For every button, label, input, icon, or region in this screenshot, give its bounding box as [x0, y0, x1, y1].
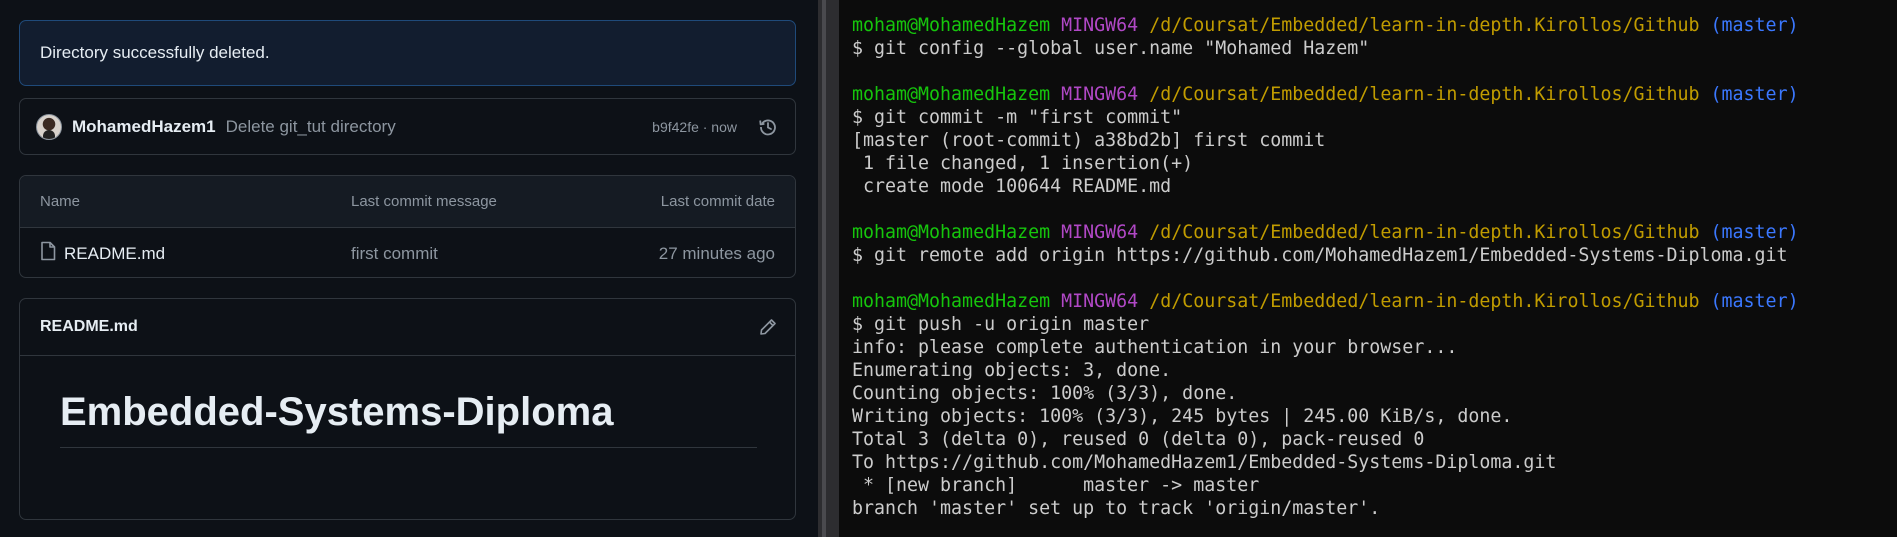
- terminal-output-line: branch 'master' set up to track 'origin/…: [852, 498, 1381, 519]
- header-name: Name: [40, 193, 81, 210]
- avatar[interactable]: [36, 113, 62, 140]
- commit-author[interactable]: MohamedHazem1: [72, 117, 216, 137]
- terminal-prompt-line: moham@MohamedHazem MINGW64 /d/Coursat/Em…: [839, 83, 1897, 106]
- terminal-output-line: Total 3 (delta 0), reused 0 (delta 0), p…: [852, 429, 1425, 450]
- readme-header-label: README.md: [40, 318, 138, 335]
- file-table-header: Name Last commit message Last commit dat…: [20, 176, 795, 228]
- commit-message[interactable]: Delete git_tut directory: [226, 117, 396, 137]
- prompt-system: MINGW64: [1061, 84, 1139, 105]
- prompt-path: /d/Coursat/Embedded/learn-in-depth.Kirol…: [1149, 84, 1700, 105]
- prompt-user: moham@MohamedHazem: [852, 222, 1051, 243]
- terminal-output-line: * [new branch] master -> master: [852, 475, 1260, 496]
- terminal-pane[interactable]: moham@MohamedHazem MINGW64 /d/Coursat/Em…: [839, 0, 1897, 537]
- prompt-path: /d/Coursat/Embedded/learn-in-depth.Kirol…: [1149, 222, 1700, 243]
- terminal-output-line: Counting objects: 100% (3/3), done.: [852, 383, 1238, 404]
- terminal-output-line: info: please complete authentication in …: [852, 337, 1458, 358]
- prompt-path: /d/Coursat/Embedded/learn-in-depth.Kirol…: [1149, 291, 1700, 312]
- readme-panel: README.md Embedded-Systems-Diploma: [19, 298, 796, 520]
- terminal-command: $ git remote add origin https://github.c…: [852, 245, 1788, 266]
- prompt-user: moham@MohamedHazem: [852, 15, 1051, 36]
- terminal-output-line: create mode 100644 README.md: [852, 176, 1172, 197]
- pane-divider[interactable]: [818, 0, 839, 537]
- file-commit-message[interactable]: first commit: [351, 244, 438, 264]
- file-table: Name Last commit message Last commit dat…: [19, 175, 796, 278]
- prompt-path: /d/Coursat/Embedded/learn-in-depth.Kirol…: [1149, 15, 1700, 36]
- readme-title: Embedded-Systems-Diploma: [60, 390, 757, 448]
- terminal-command: $ git config --global user.name "Mohamed…: [852, 38, 1370, 59]
- header-last-commit-message: Last commit message: [351, 193, 497, 210]
- commit-meta[interactable]: b9f42fe · now: [652, 119, 737, 135]
- prompt-system: MINGW64: [1061, 15, 1139, 36]
- terminal-prompt-line: moham@MohamedHazem MINGW64 /d/Coursat/Em…: [839, 14, 1897, 37]
- terminal-output-line: Writing objects: 100% (3/3), 245 bytes |…: [852, 406, 1513, 427]
- github-pane: Directory successfully deleted. MohamedH…: [0, 0, 818, 537]
- readme-header: README.md: [20, 299, 795, 356]
- terminal-output-line: Enumerating objects: 3, done.: [852, 360, 1172, 381]
- terminal-prompt-line: moham@MohamedHazem MINGW64 /d/Coursat/Em…: [839, 221, 1897, 244]
- prompt-user: moham@MohamedHazem: [852, 84, 1051, 105]
- terminal-prompt-line: moham@MohamedHazem MINGW64 /d/Coursat/Em…: [839, 290, 1897, 313]
- terminal-command: $ git push -u origin master: [852, 314, 1150, 335]
- file-icon: [40, 241, 56, 266]
- prompt-branch: (master): [1710, 15, 1799, 36]
- file-name-link[interactable]: README.md: [64, 244, 165, 264]
- prompt-system: MINGW64: [1061, 222, 1139, 243]
- table-row[interactable]: README.md first commit 27 minutes ago: [20, 228, 795, 277]
- terminal-output-line: To https://github.com/MohamedHazem1/Embe…: [852, 452, 1557, 473]
- terminal-output-line: 1 file changed, 1 insertion(+): [852, 153, 1194, 174]
- header-last-commit-date: Last commit date: [660, 193, 775, 210]
- terminal-command: $ git commit -m "first commit": [852, 107, 1183, 128]
- readme-body: Embedded-Systems-Diploma: [20, 356, 795, 448]
- prompt-branch: (master): [1710, 222, 1799, 243]
- terminal-output-line: [master (root-commit) a38bd2b] first com…: [852, 130, 1326, 151]
- file-name-cell: README.md: [40, 241, 165, 266]
- prompt-user: moham@MohamedHazem: [852, 291, 1051, 312]
- latest-commit-bar: MohamedHazem1 Delete git_tut directory b…: [19, 98, 796, 155]
- file-commit-date: 27 minutes ago: [658, 243, 775, 263]
- flash-text: Directory successfully deleted.: [40, 43, 270, 62]
- prompt-branch: (master): [1710, 84, 1799, 105]
- history-icon[interactable]: [757, 116, 779, 138]
- prompt-branch: (master): [1710, 291, 1799, 312]
- flash-message: Directory successfully deleted.: [19, 20, 796, 86]
- prompt-system: MINGW64: [1061, 291, 1139, 312]
- edit-pencil-icon[interactable]: [759, 318, 777, 336]
